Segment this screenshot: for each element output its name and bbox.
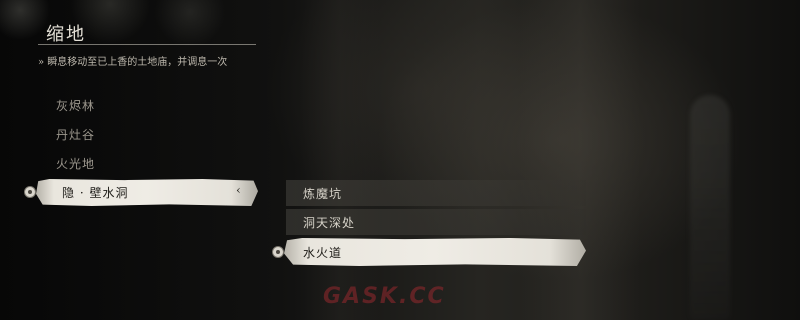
watermark: GASK.CC bbox=[323, 284, 446, 309]
region-item[interactable]: 灰烬林 bbox=[56, 97, 95, 114]
selected-sub-location-label[interactable]: 水火道 bbox=[303, 244, 342, 261]
menu-subtitle: » 瞬息移动至已上香的土地庙，并调息一次 bbox=[38, 57, 228, 68]
sub-location-item[interactable]: 炼魔坑 bbox=[303, 185, 342, 202]
background-streak bbox=[300, 0, 380, 320]
foliage-decoration bbox=[0, 0, 230, 60]
background-streak bbox=[520, 0, 640, 320]
region-item[interactable]: 火光地 bbox=[56, 155, 95, 172]
selection-cursor-icon bbox=[272, 246, 284, 258]
sub-location-item[interactable]: 洞天深处 bbox=[303, 214, 355, 231]
selection-cursor-icon bbox=[24, 186, 36, 198]
game-background bbox=[0, 0, 800, 320]
selected-region-label[interactable]: 隐 · 壁水洞 bbox=[62, 184, 128, 201]
menu-title: 缩地 bbox=[46, 24, 86, 45]
title-divider bbox=[38, 44, 256, 45]
figure-silhouette bbox=[690, 95, 730, 320]
region-item[interactable]: 丹灶谷 bbox=[56, 126, 95, 143]
chevron-left-icon: ‹ bbox=[236, 183, 241, 197]
